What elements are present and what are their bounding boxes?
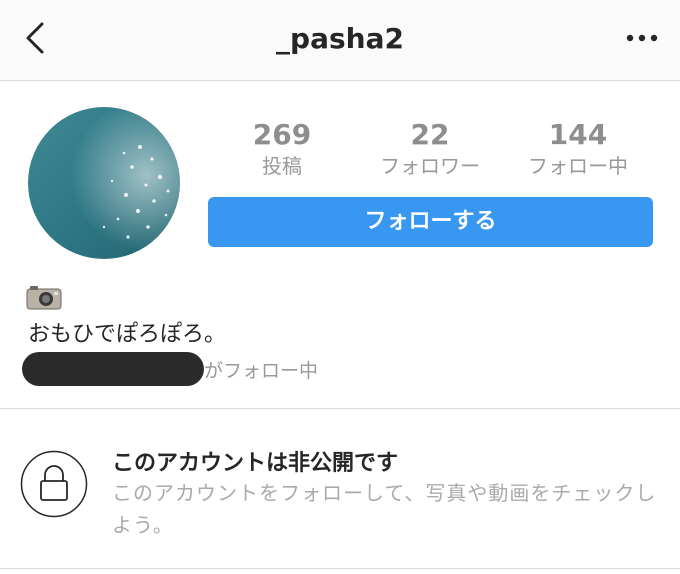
followers-stat[interactable]: 22 フォロワー — [355, 118, 505, 180]
posts-stat: 269 投稿 — [207, 118, 357, 180]
following-label: フォロー中 — [528, 154, 628, 178]
username-title: _pasha2 — [276, 22, 404, 55]
follow-button[interactable]: フォローする — [208, 197, 653, 247]
posts-label: 投稿 — [262, 154, 302, 178]
avatar[interactable] — [28, 107, 180, 259]
private-account-description: このアカウントをフォローして、写真や動画をチェックしよう。 — [112, 481, 657, 537]
camera-icon — [26, 283, 62, 311]
following-count: 144 — [548, 118, 608, 151]
posts-count: 269 — [252, 118, 312, 151]
bottom-divider — [0, 568, 680, 569]
followers-label: フォロワー — [380, 154, 480, 178]
followed-by-text: がフォロー中 — [204, 360, 319, 382]
more-options-button[interactable] — [622, 22, 662, 52]
followers-count: 22 — [410, 118, 450, 151]
top-nav-bar: _pasha2 — [0, 0, 680, 81]
private-account-title: このアカウントは非公開です — [112, 451, 399, 476]
lock-icon — [20, 450, 88, 518]
more-horizontal-icon — [626, 34, 658, 42]
redacted-username — [22, 352, 204, 386]
bio-text: おもひでぽろぽろ。 — [28, 322, 227, 347]
following-stat[interactable]: 144 フォロー中 — [503, 118, 653, 180]
avatar-sea-photo — [28, 107, 180, 259]
section-divider — [0, 408, 680, 409]
